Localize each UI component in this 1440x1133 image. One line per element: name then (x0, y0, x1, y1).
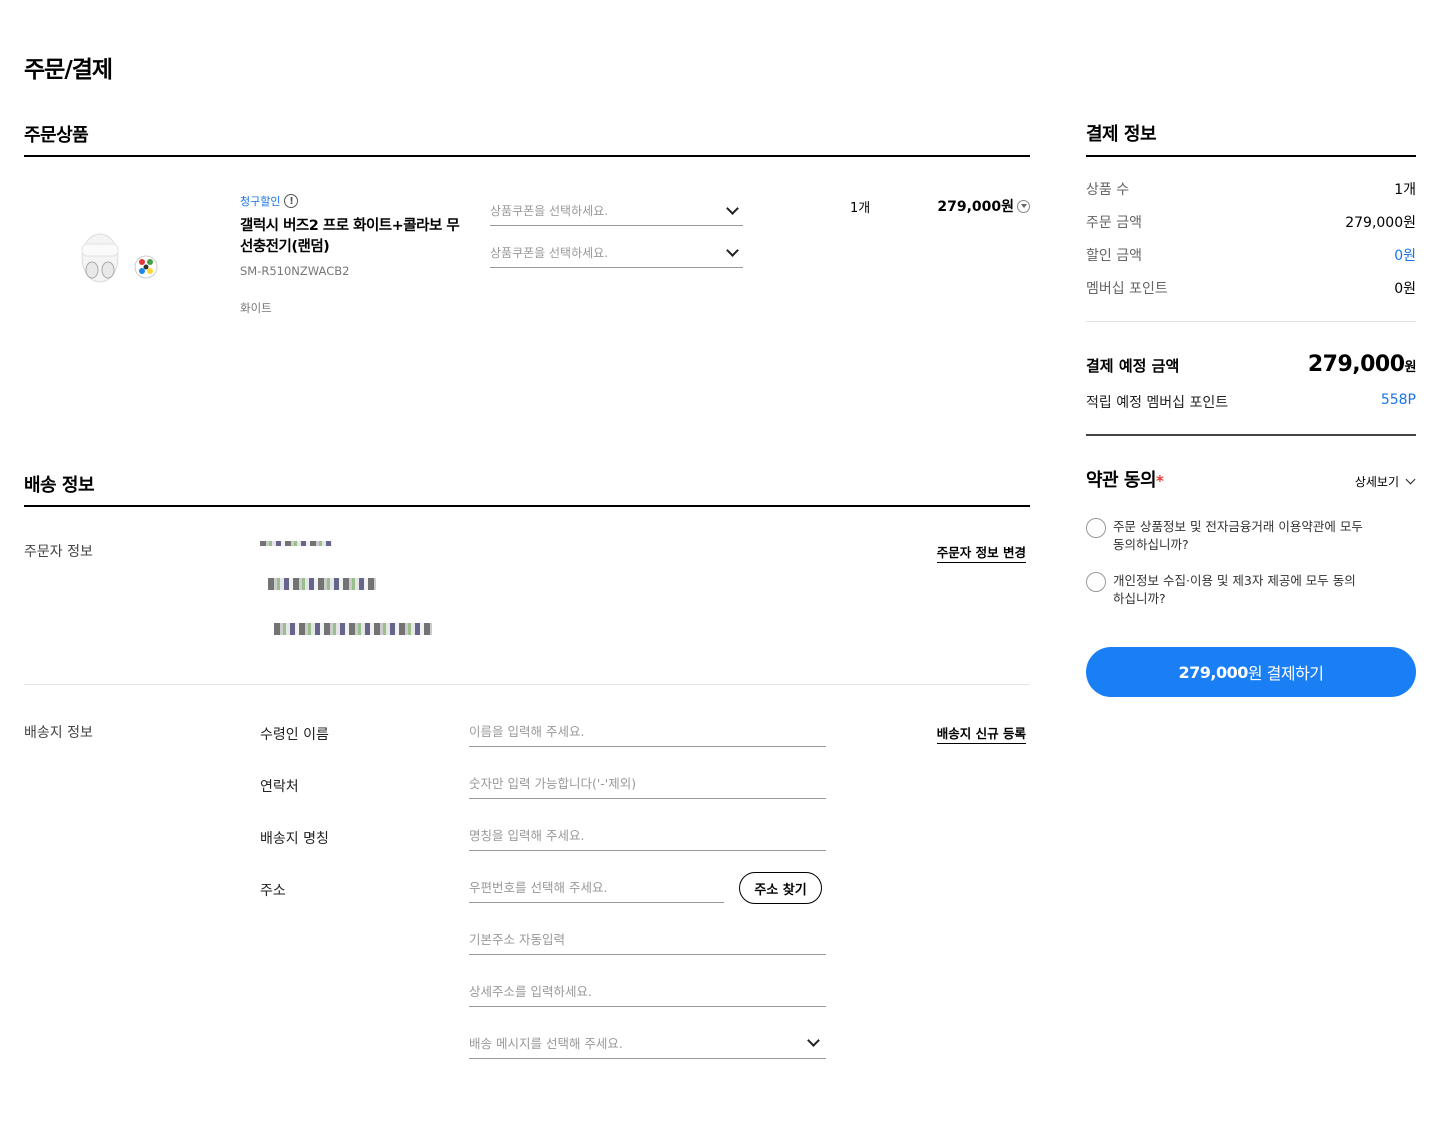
chevron-down-icon (726, 243, 739, 257)
info-icon[interactable]: ! (284, 194, 299, 208)
contact-placeholder: 숫자만 입력 가능합니다('-'제외) (469, 776, 637, 791)
zipcode-input[interactable]: 우편번호를 선택해 주세요. (469, 871, 724, 903)
payment-section-title: 결제 정보 (1086, 120, 1416, 157)
order-section-title: 주문상품 (24, 121, 1030, 157)
product-model: SM-R510NZWACB2 (240, 264, 350, 278)
terms-title: 약관 동의* (1086, 466, 1164, 492)
billing-discount-tag: 청구할인 ! (240, 193, 299, 209)
orderer-info-label: 주문자 정보 (24, 544, 93, 560)
chevron-down-icon (726, 201, 739, 215)
address-nickname-label: 배송지 명칭 (260, 831, 329, 847)
summary-label: 상품 수 (1086, 182, 1130, 198)
product-name[interactable]: 갤럭시 버즈2 프로 화이트+콜라보 무선충전기(랜덤) (240, 216, 460, 258)
summary-value: 0원 (1394, 281, 1416, 297)
recipient-name-placeholder: 이름을 입력해 주세요. (469, 724, 585, 739)
orderer-phone-redacted (268, 578, 376, 590)
detail-address-input[interactable]: 상세주소를 입력하세요. (469, 975, 826, 1007)
earn-points-label: 적립 예정 멤버십 포인트 (1086, 395, 1229, 411)
total-label: 결제 예정 금액 (1086, 357, 1180, 375)
terms-detail-link[interactable]: 상세보기 (1354, 473, 1416, 490)
coupon-select-1[interactable]: 상품쿠폰을 선택하세요. (490, 196, 743, 226)
page-title: 주문/결제 (24, 57, 113, 83)
chevron-down-icon (807, 1033, 820, 1047)
find-address-button[interactable]: 주소 찾기 (739, 872, 822, 904)
product-price: 279,000원 (937, 199, 1014, 215)
divider (1086, 434, 1416, 436)
contact-input[interactable]: 숫자만 입력 가능합니다('-'제외) (469, 767, 826, 799)
summary-row-discount: 할인 금액 0원 (1086, 245, 1416, 265)
detail-address-placeholder: 상세주소를 입력하세요. (469, 984, 592, 999)
coupon-select-2[interactable]: 상품쿠폰을 선택하세요. (490, 238, 743, 268)
product-color: 화이트 (240, 301, 272, 315)
discount-tag-label: 청구할인 (240, 195, 281, 208)
terms-agree-text: 개인정보 수집·이용 및 제3자 제공에 모두 동의하십니까? (1113, 573, 1356, 606)
summary-value: 1개 (1394, 182, 1416, 198)
terms-agree-1[interactable]: 주문 상품정보 및 전자금융거래 이용약관에 모두 동의하십니까? (1086, 518, 1366, 554)
delivery-message-select[interactable]: 배송 메시지를 선택해 주세요. (469, 1027, 826, 1059)
new-address-button[interactable]: 배송지 신규 등록 (936, 723, 1026, 744)
address-nickname-placeholder: 명칭을 입력해 주세요. (469, 828, 585, 843)
terms-detail-label: 상세보기 (1354, 475, 1399, 489)
address-nickname-input[interactable]: 명칭을 입력해 주세요. (469, 819, 826, 851)
earn-points-value: 558P (1380, 392, 1416, 408)
address-info-label: 배송지 정보 (24, 725, 93, 741)
coupon-placeholder: 상품쿠폰을 선택하세요. (490, 204, 609, 218)
product-price-wrap: 279,000원 (937, 196, 1030, 216)
address-label: 주소 (260, 883, 286, 899)
price-detail-toggle-icon[interactable] (1017, 199, 1030, 213)
earn-points-row: 적립 예정 멤버십 포인트 558P (1086, 392, 1416, 412)
summary-row-order-amount: 주문 금액 279,000원 (1086, 212, 1416, 232)
product-image (81, 233, 158, 283)
recipient-name-input[interactable]: 이름을 입력해 주세요. (469, 715, 826, 747)
base-address-placeholder: 기본주소 자동입력 (469, 932, 565, 947)
delivery-section-title: 배송 정보 (24, 471, 1030, 507)
summary-label: 멤버십 포인트 (1086, 281, 1168, 297)
total-unit: 원 (1404, 360, 1417, 375)
summary-value: 0원 (1394, 248, 1416, 264)
total-value: 279,000 (1307, 352, 1405, 377)
contact-label: 연락처 (260, 779, 299, 795)
total-row: 결제 예정 금액 279,000원 (1086, 352, 1417, 377)
product-quantity: 1개 (850, 201, 871, 216)
terms-agree-2[interactable]: 개인정보 수집·이용 및 제3자 제공에 모두 동의하십니까? (1086, 572, 1366, 608)
coupon-placeholder: 상품쿠폰을 선택하세요. (490, 246, 609, 260)
terms-title-text: 약관 동의 (1086, 470, 1157, 491)
pay-amount: 279,000 (1178, 662, 1248, 682)
summary-row-item-count: 상품 수 1개 (1086, 179, 1416, 199)
radio-button[interactable] (1086, 518, 1106, 538)
radio-button[interactable] (1086, 572, 1106, 592)
summary-value: 279,000원 (1345, 215, 1416, 231)
pay-button[interactable]: 279,000 원 결제하기 (1086, 647, 1416, 697)
delivery-message-placeholder: 배송 메시지를 선택해 주세요. (469, 1036, 623, 1051)
recipient-name-label: 수령인 이름 (260, 727, 329, 743)
zipcode-placeholder: 우편번호를 선택해 주세요. (469, 880, 608, 895)
summary-row-points: 멤버십 포인트 0원 (1086, 278, 1416, 298)
change-orderer-button[interactable]: 주문자 정보 변경 (936, 542, 1026, 563)
base-address-input[interactable]: 기본주소 자동입력 (469, 923, 826, 955)
required-mark: * (1156, 472, 1164, 490)
orderer-name-redacted (260, 541, 332, 546)
orderer-email-redacted (274, 623, 432, 635)
summary-label: 주문 금액 (1086, 215, 1142, 231)
total-amount: 279,000원 (1307, 352, 1417, 377)
pay-label: 원 결제하기 (1247, 664, 1324, 683)
divider (1086, 321, 1416, 322)
terms-agree-text: 주문 상품정보 및 전자금융거래 이용약관에 모두 동의하십니까? (1113, 519, 1363, 552)
divider (24, 684, 1030, 685)
chevron-down-icon (1405, 474, 1416, 485)
summary-label: 할인 금액 (1086, 248, 1142, 264)
